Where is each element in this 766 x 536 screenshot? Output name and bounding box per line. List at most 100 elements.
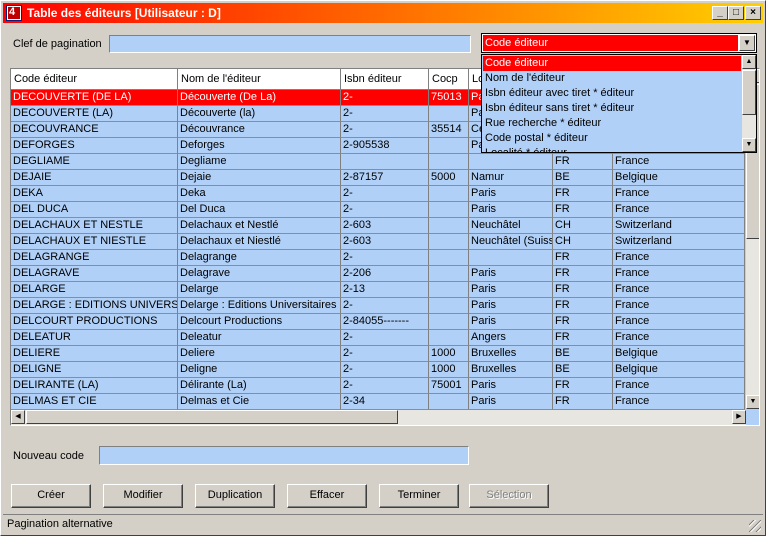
horizontal-scroll-thumb[interactable] [26, 410, 398, 424]
table-row[interactable]: DELCOURT PRODUCTIONS Delcourt Productions… [11, 314, 745, 330]
cell-name: Délirante (La) [178, 378, 341, 394]
cell-locality [469, 250, 553, 266]
dropdown-option[interactable]: Localité * éditeur [483, 146, 741, 152]
cell-locality: Paris [469, 394, 553, 410]
dropdown-option[interactable]: Code postal * éditeur [483, 131, 741, 146]
table-row[interactable]: DELACHAUX ET NIESTLE Delachaux et Niestlé… [11, 234, 745, 250]
table-row[interactable]: DELAGRANGE Delagrange 2- FR France [11, 250, 745, 266]
cell-country: Switzerland [613, 218, 745, 234]
dropdown-option[interactable]: Isbn éditeur avec tiret * éditeur [483, 86, 741, 101]
cell-country-code: FR [553, 202, 613, 218]
table-row[interactable]: DEGLIAME Degliame FR France [11, 154, 745, 170]
resize-grip-icon[interactable] [749, 520, 761, 532]
table-row[interactable]: DELAGRAVE Delagrave 2-206 Paris FR France [11, 266, 745, 282]
maximize-button[interactable]: □ [728, 6, 744, 20]
cell-locality: Paris [469, 282, 553, 298]
table-row[interactable]: DEKA Deka 2- Paris FR France [11, 186, 745, 202]
dropdown-option[interactable]: Rue recherche * éditeur [483, 116, 741, 131]
cell-locality: Bruxelles [469, 362, 553, 378]
dropdown-scrollbar[interactable]: ▲ ▼ [742, 55, 756, 152]
table-row[interactable]: DELIGNE Deligne 2- 1000 Bruxelles BE Belgique [11, 362, 745, 378]
table-row[interactable]: DELMAS ET CIE Delmas et Cie 2-34 Paris FR Fra… [11, 394, 745, 410]
cell-isbn [341, 154, 429, 170]
table-row[interactable]: DELACHAUX ET NESTLE Delachaux et Nestlé 2-… [11, 218, 745, 234]
cell-country: France [613, 250, 745, 266]
cell-locality: Paris [469, 378, 553, 394]
scroll-left-icon[interactable]: ◀ [11, 410, 25, 424]
column-header-postcode[interactable]: Cocp [429, 69, 469, 90]
cell-code: DELARGE [11, 282, 178, 298]
table-row[interactable]: DELIERE Deliere 2- 1000 Bruxelles BE Belgique [11, 346, 745, 362]
cell-code: DEGLIAME [11, 154, 178, 170]
cell-name: Deforges [178, 138, 341, 154]
cell-isbn: 2-603 [341, 218, 429, 234]
cell-country-code: FR [553, 250, 613, 266]
cell-code: DECOUVRANCE [11, 122, 178, 138]
cell-name: Deliere [178, 346, 341, 362]
modify-button[interactable]: Modifier [103, 484, 183, 508]
pagination-sort-dropdown[interactable]: Code éditeur Nom de l'éditeur Isbn éditeur… [481, 54, 757, 153]
column-header-name[interactable]: Nom de l'éditeur [178, 69, 341, 90]
dropdown-scroll-thumb[interactable] [742, 70, 756, 115]
cell-country: France [613, 298, 745, 314]
cell-locality [469, 154, 553, 170]
cell-name: Deleatur [178, 330, 341, 346]
title-bar[interactable]: 4 Table des éditeurs [Utilisateur : D] _… [3, 3, 763, 23]
scroll-right-icon[interactable]: ▶ [732, 410, 746, 424]
cell-country: Switzerland [613, 234, 745, 250]
scroll-down-icon[interactable]: ▼ [746, 395, 759, 409]
app-icon-glyph: 4 [9, 6, 16, 18]
dropdown-option[interactable]: Code éditeur [483, 56, 741, 71]
minimize-button[interactable]: _ [712, 6, 728, 20]
cell-code: DECOUVERTE (LA) [11, 106, 178, 122]
table-row[interactable]: DELARGE Delarge 2-13 Paris FR France [11, 282, 745, 298]
table-row[interactable]: DEL DUCA Del Duca 2- Paris FR France [11, 202, 745, 218]
dropdown-scroll-up-icon[interactable]: ▲ [742, 55, 756, 69]
cell-country-code: FR [553, 186, 613, 202]
status-bar: Pagination alternative [3, 514, 763, 534]
pagination-sort-select[interactable]: Code éditeur ▼ [481, 33, 757, 53]
cell-locality: Paris [469, 186, 553, 202]
cell-country: France [613, 394, 745, 410]
cell-isbn: 2-84055------- [341, 314, 429, 330]
cell-postcode: 5000 [429, 170, 469, 186]
dropdown-option[interactable]: Isbn éditeur sans tiret * éditeur [483, 101, 741, 116]
cell-isbn: 2- [341, 346, 429, 362]
duplicate-button[interactable]: Duplication [195, 484, 275, 508]
cell-locality: Paris [469, 314, 553, 330]
cell-code: DELACHAUX ET NIESTLE [11, 234, 178, 250]
delete-button[interactable]: Effacer [287, 484, 367, 508]
cell-country: France [613, 266, 745, 282]
cell-code: DELACHAUX ET NESTLE [11, 218, 178, 234]
table-row[interactable]: DELIRANTE (LA) Délirante (La) 2- 75001 Paris… [11, 378, 745, 394]
column-header-code[interactable]: Code éditeur [11, 69, 178, 90]
cell-postcode: 75001 [429, 378, 469, 394]
cell-isbn: 2- [341, 362, 429, 378]
close-button[interactable]: × [745, 6, 761, 20]
cell-postcode [429, 282, 469, 298]
dropdown-option[interactable]: Nom de l'éditeur [483, 71, 741, 86]
finish-button[interactable]: Terminer [379, 484, 459, 508]
pagination-key-input[interactable] [109, 35, 471, 53]
table-row[interactable]: DELARGE : EDITIONS UNIVERS Delarge : Edit… [11, 298, 745, 314]
table-horizontal-scrollbar[interactable]: ◀ ▶ [11, 410, 746, 425]
cell-locality: Paris [469, 298, 553, 314]
cell-country-code: BE [553, 170, 613, 186]
cell-country-code: FR [553, 266, 613, 282]
cell-code: DEL DUCA [11, 202, 178, 218]
new-code-input[interactable] [99, 446, 469, 465]
selection-button[interactable]: Sélection [469, 484, 549, 508]
cell-code: DECOUVERTE (DE LA) [11, 90, 178, 106]
create-button[interactable]: Créer [11, 484, 91, 508]
chevron-down-icon[interactable]: ▼ [739, 35, 755, 51]
table-row[interactable]: DEJAIE Dejaie 2-87157 5000 Namur BE Belgique [11, 170, 745, 186]
cell-code: DELEATUR [11, 330, 178, 346]
cell-postcode [429, 314, 469, 330]
cell-locality: Angers [469, 330, 553, 346]
column-header-isbn[interactable]: Isbn éditeur [341, 69, 429, 90]
table-row[interactable]: DELEATUR Deleatur 2- Angers FR France [11, 330, 745, 346]
app-icon: 4 [6, 5, 22, 21]
cell-isbn: 2- [341, 122, 429, 138]
dropdown-scroll-down-icon[interactable]: ▼ [742, 138, 756, 152]
pagination-sort-value: Code éditeur [483, 35, 738, 51]
